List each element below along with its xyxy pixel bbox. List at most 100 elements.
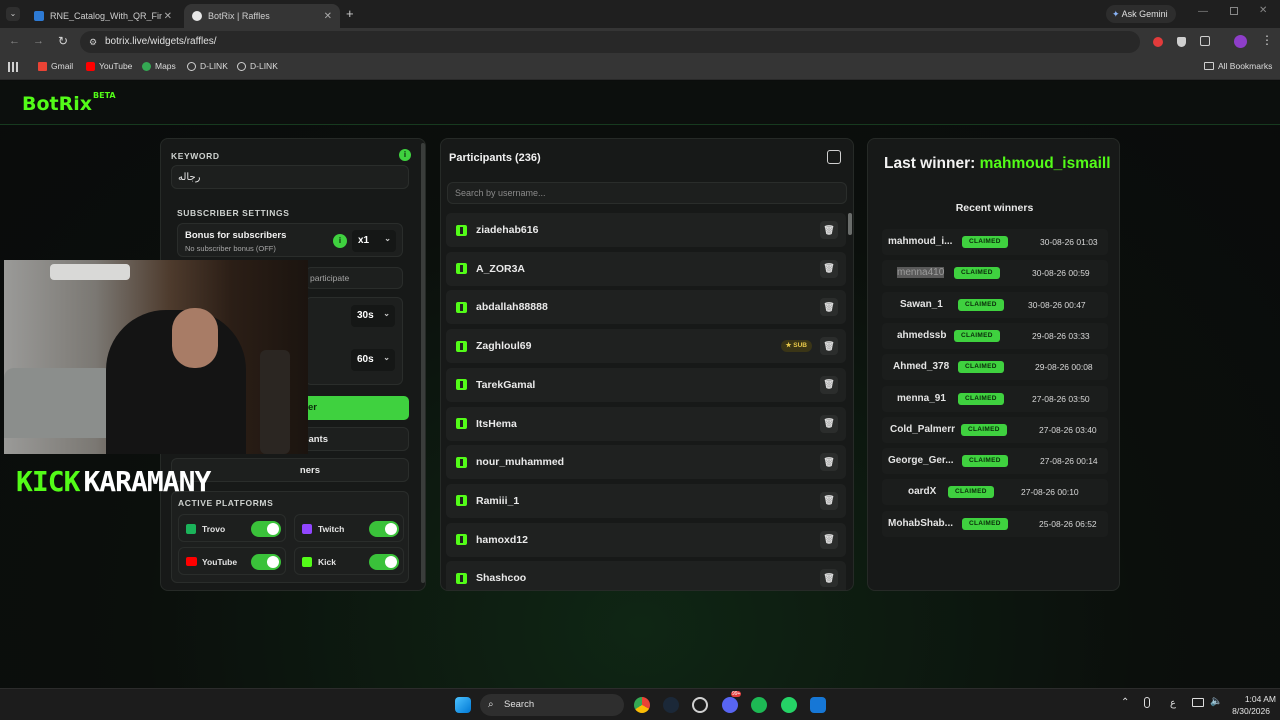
kick-toggle[interactable]: [369, 554, 399, 570]
forward-arrow-icon[interactable]: →: [33, 35, 44, 47]
info-icon[interactable]: i: [399, 149, 411, 161]
trash-icon[interactable]: 🗑: [820, 491, 838, 510]
platform-trovo: Trovo: [178, 514, 286, 542]
winner-row[interactable]: MohabShab... CLAIMED 25-08-26 06:52: [882, 510, 1108, 537]
tray-chevron-up-icon[interactable]: ⌃: [1121, 697, 1129, 708]
trovo-toggle[interactable]: [251, 521, 281, 537]
profile-avatar[interactable]: [1234, 35, 1247, 48]
twitch-toggle[interactable]: [369, 521, 399, 537]
bookmark-dlink-1[interactable]: D-LINK: [187, 61, 228, 71]
participate-field[interactable]: participate: [305, 267, 403, 289]
participant-search-input[interactable]: Search by username...: [447, 182, 847, 204]
participant-row[interactable]: ziadehab616 🗑: [446, 213, 846, 247]
trash-icon[interactable]: 🗑: [820, 453, 838, 472]
participant-row[interactable]: Shashcoo 🗑: [446, 561, 846, 590]
participant-row[interactable]: hamoxd12 🗑: [446, 522, 846, 557]
extension-red-icon[interactable]: [1153, 37, 1163, 47]
winner-row[interactable]: Cold_Palmerr CLAIMED 27-08-26 03:40: [882, 416, 1108, 443]
tab-botrix-raffles[interactable]: BotRix | Raffles ✕: [184, 4, 340, 28]
ask-gemini-label: Ask Gemini: [1121, 9, 1168, 19]
tab-rne-catalog[interactable]: RNE_Catalog_With_QR_Final.p... ✕: [26, 4, 180, 28]
cooldown-select[interactable]: 60s ⌄: [351, 349, 395, 371]
reload-icon[interactable]: ↻: [58, 34, 68, 48]
bookmark-gmail[interactable]: Gmail: [38, 61, 73, 71]
trash-icon[interactable]: 🗑: [820, 530, 838, 549]
taskbar-search[interactable]: ⌕ Search: [480, 694, 624, 716]
winner-row[interactable]: oardX CLAIMED 27-08-26 00:10: [882, 479, 1108, 506]
participant-row[interactable]: TarekGamal 🗑: [446, 367, 846, 402]
participant-row[interactable]: ItsHema 🗑: [446, 406, 846, 441]
trash-icon[interactable]: 🗑: [820, 375, 838, 394]
info-icon[interactable]: i: [333, 234, 347, 248]
winner-row[interactable]: George_Ger... CLAIMED 27-08-26 00:14: [882, 448, 1108, 475]
trash-icon[interactable]: 🗑: [820, 414, 838, 433]
winner-row[interactable]: menna_91 CLAIMED 27-08-26 03:50: [882, 385, 1108, 412]
duration-select[interactable]: 30s ⌄: [351, 305, 395, 327]
spotify-icon[interactable]: [751, 697, 767, 713]
trash-icon[interactable]: 🗑: [820, 569, 838, 588]
all-bookmarks-button[interactable]: All Bookmarks: [1204, 61, 1272, 71]
microphone-icon[interactable]: [1144, 697, 1150, 708]
trash-icon[interactable]: 🗑: [820, 298, 838, 317]
trash-icon[interactable]: 🗑: [820, 337, 838, 356]
back-arrow-icon[interactable]: ←: [9, 35, 20, 47]
multiplier-select[interactable]: x1 ⌄: [352, 230, 396, 252]
shield-extension-icon[interactable]: [1177, 37, 1186, 47]
windows-start-icon[interactable]: [455, 697, 471, 713]
keyword-input[interactable]: رجاله: [171, 165, 409, 189]
winner-date: 27-08-26 03:40: [1039, 424, 1097, 435]
new-tab-icon[interactable]: +: [346, 6, 354, 21]
whatsapp-icon[interactable]: [781, 697, 797, 713]
winner-username: ahmedssb: [897, 329, 947, 341]
obs-icon[interactable]: [692, 697, 708, 713]
browser-menu-icon[interactable]: ⋮: [1261, 33, 1273, 47]
clock-time[interactable]: 1:04 AM: [1230, 694, 1276, 704]
youtube-toggle[interactable]: [251, 554, 281, 570]
close-window-icon[interactable]: ✕: [1259, 5, 1267, 16]
participant-row[interactable]: A_ZOR3A 🗑: [446, 251, 846, 286]
steam-icon[interactable]: [663, 697, 679, 713]
trash-icon[interactable]: 🗑: [820, 259, 838, 278]
bookmark-maps[interactable]: Maps: [142, 61, 176, 71]
kick-icon: [456, 495, 467, 507]
chrome-icon[interactable]: [634, 697, 650, 713]
beta-badge: BETA: [93, 91, 116, 100]
winner-row[interactable]: Sawan_1 CLAIMED 30-08-26 00:47: [882, 291, 1108, 318]
participant-row[interactable]: nour_muhammed 🗑: [446, 445, 846, 480]
winner-row[interactable]: mahmoud_i... CLAIMED 30-08-26 01:03: [882, 229, 1108, 255]
network-icon[interactable]: [1192, 698, 1204, 707]
bonus-title: Bonus for subscribers: [185, 230, 287, 241]
winner-row[interactable]: Ahmed_378 CLAIMED 29-08-26 00:08: [882, 354, 1108, 381]
ask-gemini-button[interactable]: ✦ Ask Gemini: [1106, 5, 1176, 23]
botrix-logo[interactable]: BotRixBETA: [22, 91, 116, 115]
winner-row[interactable]: ahmedssb CLAIMED 29-08-26 03:33: [882, 322, 1108, 349]
bookmark-dlink-2[interactable]: D-LINK: [237, 61, 278, 71]
participant-row[interactable]: Zaghloul69 ★ SUB 🗑: [446, 329, 846, 364]
language-indicator[interactable]: ع: [1170, 698, 1176, 709]
winner-row[interactable]: menna410 CLAIMED 30-08-26 00:59: [882, 260, 1108, 287]
site-info-icon[interactable]: ⚙: [89, 31, 97, 53]
settings-scrollbar[interactable]: [421, 143, 425, 583]
close-tab-icon[interactable]: ✕: [164, 11, 172, 22]
bookmark-youtube[interactable]: YouTube: [86, 61, 132, 71]
trash-icon[interactable]: 🗑: [820, 221, 838, 239]
restore-window-icon[interactable]: [1230, 7, 1238, 15]
participant-row[interactable]: Ramiii_1 🗑: [446, 483, 846, 518]
close-tab-icon[interactable]: ✕: [324, 11, 332, 22]
tab-search-dropdown-icon[interactable]: ⌄: [6, 7, 20, 21]
extensions-puzzle-icon[interactable]: [1200, 36, 1210, 46]
participate-text: participate: [310, 273, 350, 283]
copy-icon[interactable]: [827, 150, 841, 164]
participant-row[interactable]: abdallah88888 🗑: [446, 290, 846, 325]
volume-icon[interactable]: 🔈: [1210, 696, 1222, 707]
active-platforms-label: ACTIVE PLATFORMS: [178, 498, 274, 508]
address-bar[interactable]: ⚙ botrix.live/widgets/raffles/: [80, 31, 1140, 53]
apps-grid-icon[interactable]: [8, 62, 18, 72]
kick-icon: [302, 557, 312, 567]
minimize-window-icon[interactable]: —: [1198, 6, 1208, 17]
active-platforms-section: ACTIVE PLATFORMS Trovo Twitch YouTube Ki…: [171, 491, 409, 583]
clock-date[interactable]: 8/30/2026: [1224, 706, 1270, 716]
mail-app-icon[interactable]: [810, 697, 826, 713]
discord-icon[interactable]: 99+: [722, 691, 742, 713]
participant-scrollbar[interactable]: [848, 213, 852, 235]
